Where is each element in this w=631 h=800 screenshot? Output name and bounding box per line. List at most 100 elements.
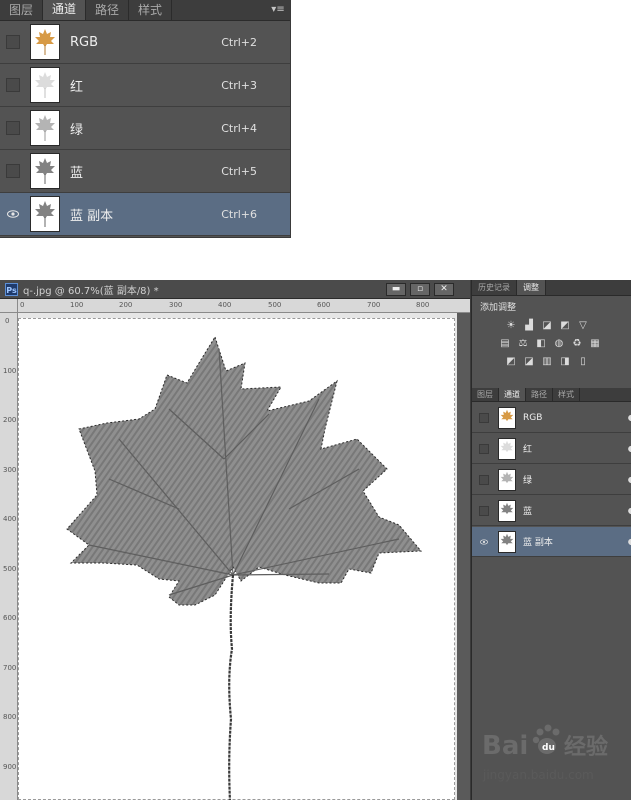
minimize-button[interactable]: ▬ xyxy=(386,283,406,296)
ruler-label: 700 xyxy=(3,664,17,672)
curves-icon[interactable]: ◪ xyxy=(540,320,554,332)
tab-channels[interactable]: 通道 xyxy=(43,0,87,20)
watermark-brand-suffix: 经验 xyxy=(564,734,608,760)
leaf-icon xyxy=(35,115,55,141)
channel-thumbnail xyxy=(30,153,60,189)
visibility-toggle[interactable] xyxy=(6,164,20,178)
posterize-icon[interactable]: ◪ xyxy=(522,356,536,368)
tab-channels[interactable]: 通道 xyxy=(499,388,526,401)
ruler-label: 400 xyxy=(3,515,17,523)
visibility-toggle[interactable] xyxy=(479,505,489,516)
eye-icon[interactable] xyxy=(479,537,489,547)
visibility-toggle[interactable] xyxy=(6,78,20,92)
dock-channel-row-blue-copy[interactable]: 蓝 副本 ◖ xyxy=(472,527,631,557)
channel-name: 蓝 xyxy=(523,507,533,517)
dock-channel-row-green[interactable]: 绿 ◖ xyxy=(472,465,631,495)
channel-thumbnail xyxy=(30,24,60,60)
tab-layers[interactable]: 图层 xyxy=(0,0,44,20)
visibility-toggle[interactable] xyxy=(6,35,20,49)
visibility-toggle[interactable] xyxy=(479,443,489,454)
leaf-icon xyxy=(35,72,55,98)
ruler-label: 500 xyxy=(3,565,17,573)
visibility-toggle[interactable] xyxy=(479,474,489,485)
selective-color-icon[interactable]: ▯ xyxy=(576,356,590,368)
leaf-icon xyxy=(35,29,55,55)
channel-thumbnail xyxy=(498,468,516,491)
channel-mixer-icon[interactable]: ♻ xyxy=(570,338,584,350)
tab-layers[interactable]: 图层 xyxy=(472,388,499,401)
leaf-icon xyxy=(500,502,514,514)
eye-icon[interactable] xyxy=(6,207,20,221)
channel-thumbnail xyxy=(498,499,516,522)
vibrance-icon[interactable]: ▽ xyxy=(576,320,590,332)
channel-thumbnail xyxy=(30,196,60,232)
brightness-icon[interactable]: ☀ xyxy=(504,320,518,332)
maple-leaf-image xyxy=(66,335,423,800)
black-white-icon[interactable]: ◧ xyxy=(534,338,548,350)
vertical-scrollbar[interactable] xyxy=(457,313,470,800)
gradient-map-icon[interactable]: ◨ xyxy=(558,356,572,368)
dock-channel-row-red[interactable]: 红 ◖ xyxy=(472,434,631,464)
tab-history[interactable]: 历史记录 xyxy=(472,280,517,295)
horizontal-ruler: 0 100 200 300 400 500 600 700 800 xyxy=(18,299,470,313)
visibility-toggle[interactable] xyxy=(6,121,20,135)
ruler-label: 400 xyxy=(218,301,232,309)
tab-adjustments[interactable]: 调整 xyxy=(517,280,546,295)
levels-icon[interactable]: ▟ xyxy=(522,320,536,332)
hue-saturation-icon[interactable]: ▤ xyxy=(498,338,512,350)
watermark-url: jingyan.baidu.com xyxy=(483,768,594,782)
channel-name: 红 xyxy=(70,79,84,95)
leaf-stem xyxy=(228,574,235,800)
ruler-label: 600 xyxy=(317,301,331,309)
svg-text:du: du xyxy=(542,743,555,753)
dock-channel-row-rgb[interactable]: RGB ◖ xyxy=(472,403,631,433)
channel-row-blue[interactable]: 蓝 Ctrl+5 xyxy=(0,150,290,193)
ps-app-icon: Ps xyxy=(5,282,18,296)
ruler-label: 0 xyxy=(5,317,10,325)
exposure-icon[interactable]: ◩ xyxy=(558,320,572,332)
channel-thumbnail xyxy=(498,530,516,553)
channel-row-blue-copy[interactable]: 蓝 副本 Ctrl+6 xyxy=(0,193,290,236)
ruler-corner xyxy=(0,299,18,313)
leaf-icon xyxy=(500,409,514,421)
tab-paths[interactable]: 路径 xyxy=(86,0,130,20)
visibility-toggle[interactable] xyxy=(479,412,489,423)
leaf-icon xyxy=(35,201,55,227)
panel-tabbar: 图层 通道 路径 样式 ▾≡ xyxy=(0,0,290,21)
baidu-logo: Bai du 经验 xyxy=(482,724,608,761)
channel-row-green[interactable]: 绿 Ctrl+4 xyxy=(0,107,290,150)
dock-channel-tabbar: 图层 通道 路径 样式 xyxy=(472,388,631,402)
panel-menu-icon[interactable]: ▾≡ xyxy=(269,2,287,17)
ruler-label: 100 xyxy=(70,301,84,309)
ruler-label: 800 xyxy=(3,713,17,721)
ruler-label: 300 xyxy=(169,301,183,309)
close-button[interactable]: ✕ xyxy=(434,283,454,296)
restore-button[interactable]: ▫ xyxy=(410,283,430,296)
photo-filter-icon[interactable]: ◍ xyxy=(552,338,566,350)
tab-paths[interactable]: 路径 xyxy=(526,388,553,401)
channel-thumbnail xyxy=(498,406,516,429)
tab-styles[interactable]: 样式 xyxy=(553,388,580,401)
channel-shortcut: Ctrl+4 xyxy=(221,121,257,135)
document-canvas[interactable] xyxy=(18,318,455,800)
canvas-area[interactable] xyxy=(18,313,470,800)
dock-channel-row-blue[interactable]: 蓝 ◖ xyxy=(472,496,631,526)
threshold-icon[interactable]: ▥ xyxy=(540,356,554,368)
channel-row-rgb[interactable]: RGB Ctrl+2 xyxy=(0,21,290,64)
adjustments-title: 添加调整 xyxy=(480,303,517,313)
color-balance-icon[interactable]: ⚖ xyxy=(516,338,530,350)
adjustments-row-3: ◩ ◪ ▥ ◨ ▯ xyxy=(472,353,631,371)
dock-tabbar: 历史记录 调整 xyxy=(472,280,631,296)
adjustments-row-2: ▤ ⚖ ◧ ◍ ♻ ▦ xyxy=(472,335,631,353)
leaf-icon xyxy=(500,533,514,545)
invert-icon[interactable]: ◩ xyxy=(504,356,518,368)
color-lookup-icon[interactable]: ▦ xyxy=(588,338,602,350)
channel-name: RGB xyxy=(70,34,99,50)
channel-thumbnail xyxy=(30,67,60,103)
ruler-label: 800 xyxy=(416,301,430,309)
channel-row-red[interactable]: 红 Ctrl+3 xyxy=(0,64,290,107)
channel-name: 红 xyxy=(523,445,533,455)
ruler-label: 600 xyxy=(3,614,17,622)
channel-shortcut: Ctrl+5 xyxy=(221,164,257,178)
tab-styles[interactable]: 样式 xyxy=(129,0,173,20)
